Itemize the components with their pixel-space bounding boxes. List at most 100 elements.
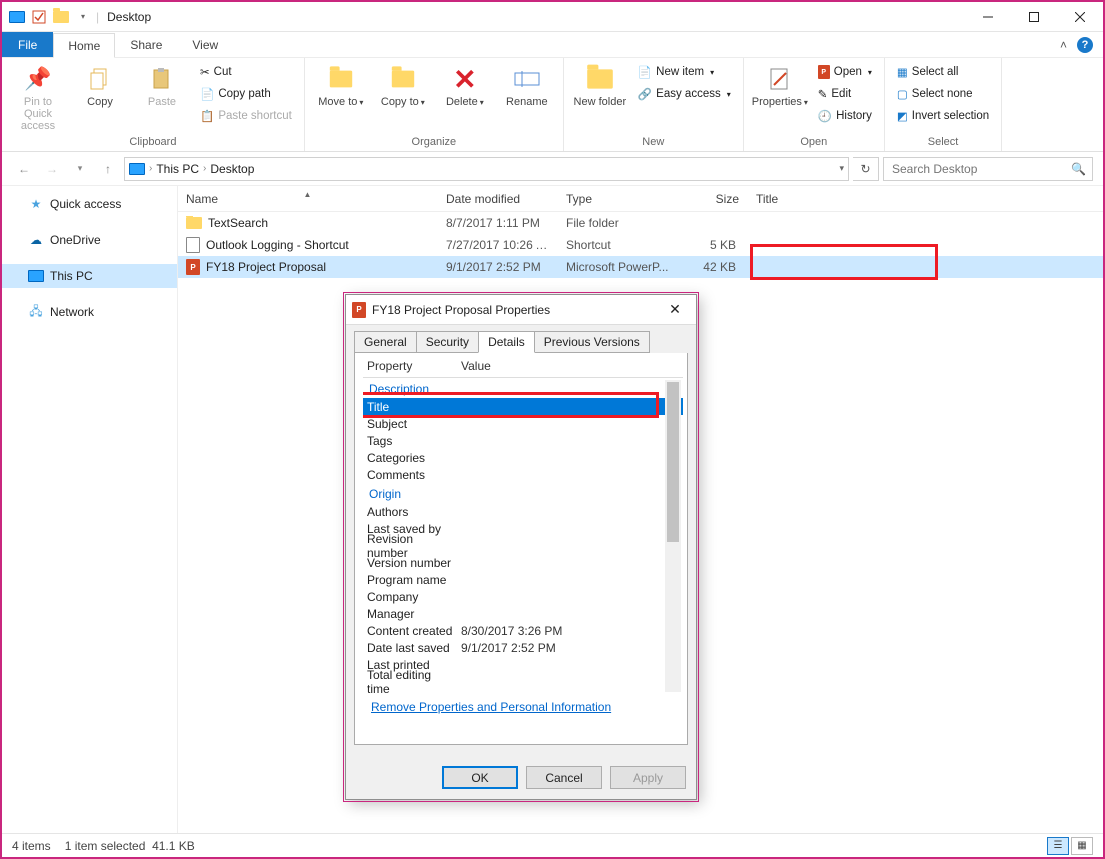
property-row[interactable]: Categories [363,449,683,466]
col-size[interactable]: Size [678,192,748,206]
tab-home[interactable]: Home [53,33,115,58]
property-row-title[interactable]: Title [363,398,683,415]
easy-access-button[interactable]: 🔗Easy access▾ [634,84,735,104]
qat-dropdown-icon[interactable]: ▾ [74,8,92,26]
minimize-button[interactable] [965,2,1011,32]
address-bar[interactable]: › This PC› Desktop ▾ [124,157,849,181]
star-icon: ★ [28,196,44,212]
tab-general[interactable]: General [354,331,417,353]
tab-previous-versions[interactable]: Previous Versions [534,331,650,353]
scrollbar-thumb[interactable] [667,382,679,542]
rename-button[interactable]: Rename [499,62,555,108]
tab-view[interactable]: View [177,32,233,57]
cut-button[interactable]: ✂Cut [196,62,296,82]
cancel-button[interactable]: Cancel [526,766,602,789]
property-row[interactable]: Manager [363,605,683,622]
property-row[interactable]: Comments [363,466,683,483]
new-item-button[interactable]: 📄New item▾ [634,62,735,82]
delete-button[interactable]: ✕ Delete▾ [437,62,493,108]
cloud-icon: ☁ [28,232,44,248]
select-none-button[interactable]: ▢Select none [893,84,993,104]
refresh-button[interactable]: ↻ [853,157,879,181]
powerpoint-icon: P [186,259,200,275]
edit-button[interactable]: ✎Edit [814,84,876,104]
property-row[interactable]: Program name [363,571,683,588]
collapse-ribbon-icon[interactable]: ˄ [1060,38,1067,52]
new-item-icon: 📄 [638,65,652,79]
search-input[interactable] [890,161,1071,177]
tab-share[interactable]: Share [115,32,177,57]
icons-view-button[interactable]: ▦ [1071,837,1093,855]
paste-button[interactable]: Paste [134,62,190,108]
property-row[interactable]: Total editing time [363,673,683,690]
close-button[interactable] [1057,2,1103,32]
list-item[interactable]: PFY18 Project Proposal 9/1/2017 2:52 PM … [178,256,1103,278]
new-folder-button[interactable]: New folder [572,62,628,108]
property-row[interactable]: Date last saved9/1/2017 2:52 PM [363,639,683,656]
grid-header-value[interactable]: Value [457,359,683,373]
details-view-button[interactable]: ☰ [1047,837,1069,855]
col-title[interactable]: Title [748,192,938,206]
properties-icon [752,62,808,96]
file-menu[interactable]: File [2,32,53,57]
address-dropdown-icon[interactable]: ▾ [839,163,844,174]
nav-onedrive[interactable]: ☁OneDrive [2,228,177,252]
remove-properties-link[interactable]: Remove Properties and Personal Informati… [363,694,611,714]
copy-path-button[interactable]: 📄Copy path [196,84,296,104]
tab-details[interactable]: Details [478,331,535,353]
properties-dialog: P FY18 Project Proposal Properties ✕ Gen… [345,294,697,800]
property-row[interactable]: Revision number [363,537,683,554]
history-button[interactable]: 🕘History [814,106,876,126]
paste-icon [134,62,190,96]
nav-this-pc[interactable]: This PC [2,264,177,288]
dialog-title: FY18 Project Proposal Properties [372,303,550,317]
open-button[interactable]: POpen▾ [814,62,876,82]
select-all-button[interactable]: ▦Select all [893,62,993,82]
property-row[interactable]: Tags [363,432,683,449]
apply-button[interactable]: Apply [610,766,686,789]
scrollbar[interactable] [665,380,681,692]
forward-button[interactable]: → [40,157,64,181]
pin-to-quick-access-button[interactable]: 📌 Pin to Quick access [10,62,66,132]
help-icon[interactable]: ? [1077,37,1093,53]
col-type[interactable]: Type [558,192,678,206]
search-icon: 🔍 [1071,162,1086,176]
copy-button[interactable]: Copy [72,62,128,108]
move-to-button[interactable]: Move to▾ [313,62,369,108]
ribbon: 📌 Pin to Quick access Copy Paste ✂C [2,58,1103,152]
dialog-title-bar: P FY18 Project Proposal Properties ✕ [346,295,696,325]
properties-button[interactable]: Properties▾ [752,62,808,108]
property-grid[interactable]: Description Title Subject Tags Categorie… [363,378,683,694]
select-none-icon: ▢ [897,87,908,101]
history-icon: 🕘 [818,109,832,123]
property-row[interactable]: Version number [363,554,683,571]
dialog-close-button[interactable]: ✕ [660,301,690,318]
easy-access-icon: 🔗 [638,87,652,101]
select-all-icon: ▦ [897,65,908,79]
up-button[interactable]: ↑ [96,157,120,181]
grid-header-property[interactable]: Property [363,359,457,373]
back-button[interactable]: ← [12,157,36,181]
list-item[interactable]: Outlook Logging - Shortcut 7/27/2017 10:… [178,234,1103,256]
paste-shortcut-button[interactable]: 📋Paste shortcut [196,106,296,126]
pin-icon: 📌 [10,62,66,96]
qat-properties-icon[interactable] [30,8,48,26]
property-row[interactable]: Authors [363,503,683,520]
search-box[interactable]: 🔍 [883,157,1093,181]
ok-button[interactable]: OK [442,766,518,789]
col-name[interactable]: Name▲ [178,192,438,206]
property-row[interactable]: Company [363,588,683,605]
tab-security[interactable]: Security [416,331,479,353]
col-date[interactable]: Date modified [438,192,558,206]
copy-to-button[interactable]: Copy to▾ [375,62,431,108]
nav-quick-access[interactable]: ★Quick access [2,192,177,216]
nav-network[interactable]: 🖧Network [2,300,177,324]
crumb-desktop[interactable]: Desktop [210,162,254,176]
invert-selection-button[interactable]: ◩Invert selection [893,106,993,126]
recent-locations-button[interactable]: ▾ [68,157,92,181]
property-row[interactable]: Subject [363,415,683,432]
maximize-button[interactable] [1011,2,1057,32]
list-item[interactable]: TextSearch 8/7/2017 1:11 PM File folder [178,212,1103,234]
crumb-thispc[interactable]: This PC [156,162,199,176]
property-row[interactable]: Content created8/30/2017 3:26 PM [363,622,683,639]
